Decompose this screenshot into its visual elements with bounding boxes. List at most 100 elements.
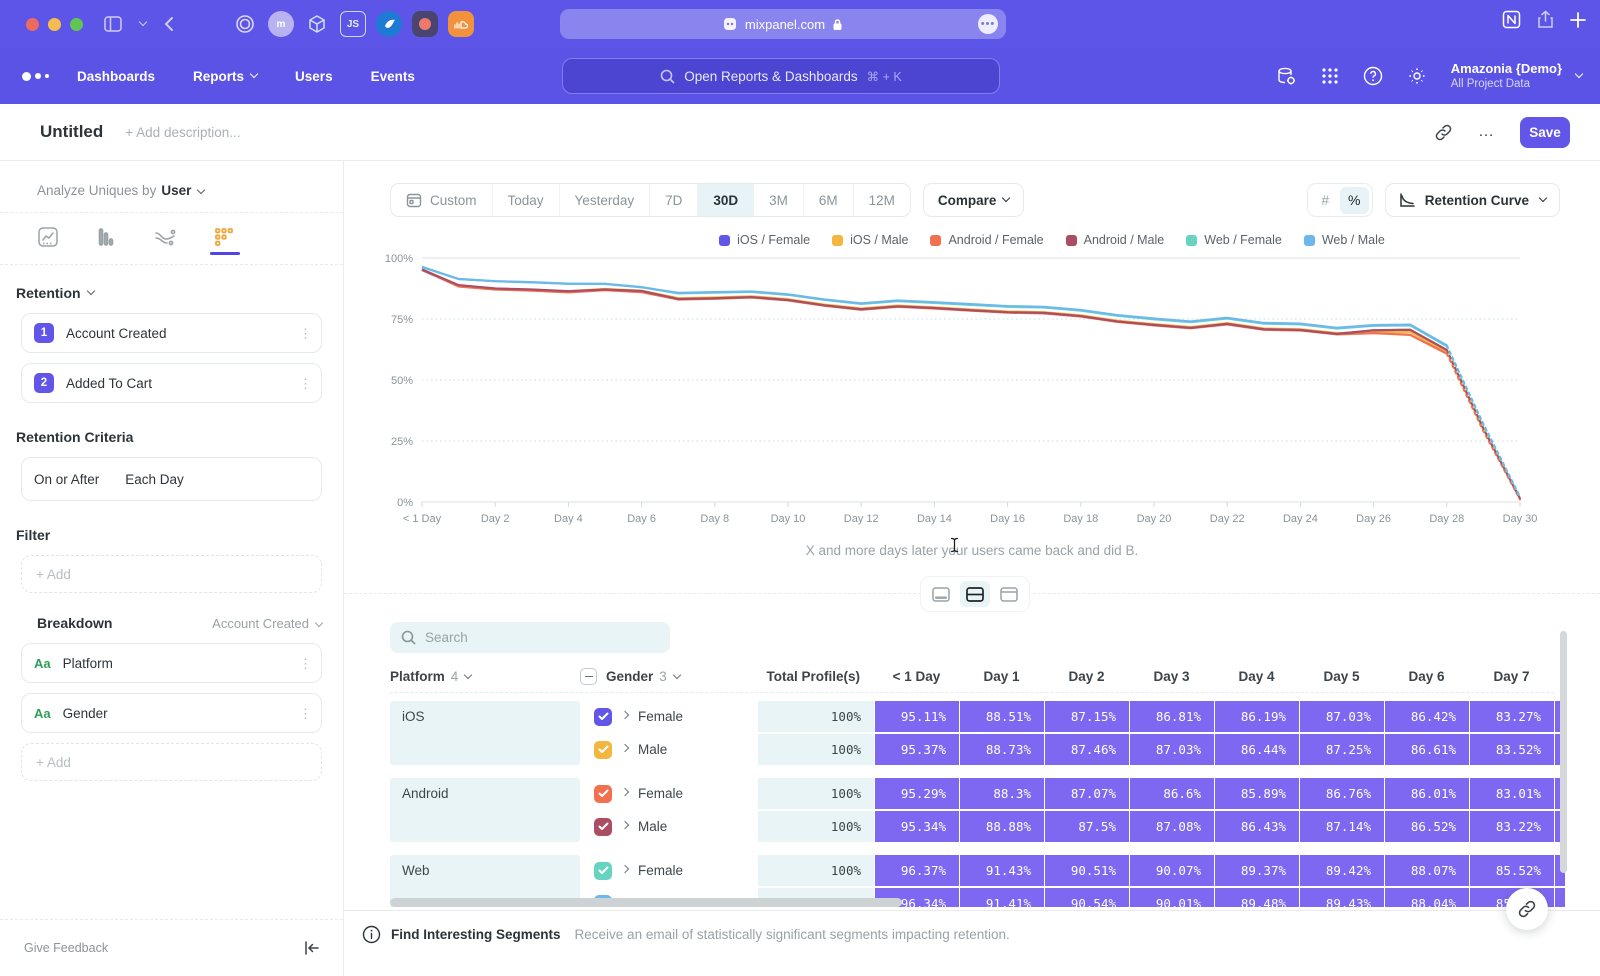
analyze-uniques-selector[interactable]: Analyze Uniques byUser — [0, 161, 343, 212]
site-settings-icon[interactable]: ••• — [978, 14, 998, 34]
nav-dashboards[interactable]: Dashboards — [77, 69, 155, 84]
breakdown-event-selector[interactable]: Account Created — [212, 616, 322, 631]
add-description-field[interactable]: + Add description... — [125, 125, 240, 140]
tab-insights[interactable] — [37, 226, 59, 254]
retention-value-cell[interactable]: 87.14% — [1300, 811, 1384, 842]
day-column-header[interactable]: Day 7 — [1469, 669, 1554, 684]
expand-row-icon[interactable] — [621, 710, 629, 718]
row-checkbox[interactable] — [594, 818, 612, 836]
retention-value-cell[interactable]: 95.34% — [875, 811, 959, 842]
row-checkbox[interactable] — [594, 708, 612, 726]
retention-value-cell[interactable]: 88.88% — [960, 811, 1044, 842]
table-only-view-button[interactable] — [994, 581, 1024, 607]
legend-item[interactable]: Android / Male — [1066, 233, 1165, 247]
row-checkbox[interactable] — [594, 862, 612, 880]
retention-value-cell[interactable]: 85.89% — [1215, 778, 1299, 809]
retention-value-cell[interactable]: 89.48% — [1215, 888, 1299, 907]
expand-row-icon[interactable] — [621, 864, 629, 872]
retention-value-cell[interactable]: 86.44% — [1215, 734, 1299, 765]
retention-value-cell[interactable]: 86.61% — [1385, 734, 1469, 765]
retention-value-cell[interactable]: 90.07% — [1130, 855, 1214, 886]
day-column-header[interactable]: Day 5 — [1299, 669, 1384, 684]
retention-value-cell[interactable]: 87.5% — [1045, 811, 1129, 842]
address-bar[interactable]: mixpanel.com ••• — [560, 9, 1006, 39]
platform-cell[interactable]: iOS — [390, 701, 580, 765]
retention-value-cell[interactable]: 86.19% — [1215, 701, 1299, 732]
retention-value-cell[interactable]: 91.41% — [960, 888, 1044, 907]
percent-toggle[interactable]: % — [1340, 187, 1369, 214]
traffic-light-minimize[interactable] — [48, 18, 61, 31]
retention-value-cell[interactable]: 87.03% — [1300, 701, 1384, 732]
retention-value-cell[interactable]: 86.6% — [1130, 778, 1214, 809]
js-extension-icon[interactable]: JS — [340, 11, 366, 37]
vertical-scrollbar[interactable] — [1560, 631, 1567, 873]
new-tab-icon[interactable] — [1570, 12, 1586, 28]
legend-item[interactable]: Android / Female — [930, 233, 1043, 247]
bird-extension-icon[interactable] — [376, 11, 402, 37]
retention-value-cell[interactable]: 87.46% — [1045, 734, 1129, 765]
add-filter-button[interactable]: + Add — [21, 555, 322, 593]
m-extension-icon[interactable]: m — [268, 11, 294, 37]
expand-row-icon[interactable] — [621, 787, 629, 795]
day-column-header[interactable]: < 1 Day — [874, 669, 959, 684]
data-management-icon[interactable] — [1276, 66, 1297, 87]
retention-value-cell[interactable]: 86.43% — [1215, 811, 1299, 842]
retention-value-cell[interactable]: 83.52% — [1470, 734, 1554, 765]
back-icon[interactable] — [164, 17, 174, 31]
day-column-header[interactable]: Day 3 — [1129, 669, 1214, 684]
retention-value-cell[interactable]: 88.07% — [1385, 855, 1469, 886]
retention-value-cell[interactable]: 86.76% — [1300, 778, 1384, 809]
traffic-light-zoom[interactable] — [70, 18, 83, 31]
retention-value-cell[interactable]: 95.29% — [875, 778, 959, 809]
give-feedback-link[interactable]: Give Feedback — [24, 941, 108, 955]
row-checkbox[interactable] — [594, 785, 612, 803]
retention-value-cell[interactable]: 87.03% — [1130, 734, 1214, 765]
org-switcher[interactable]: Amazonia {Demo} All Project Data — [1451, 61, 1582, 92]
retention-value-cell[interactable]: 88.73% — [960, 734, 1044, 765]
retention-value-cell[interactable]: 86.42% — [1385, 701, 1469, 732]
poe-extension-icon[interactable] — [412, 11, 438, 37]
retention-section-heading[interactable]: Retention — [16, 285, 343, 301]
apps-grid-icon[interactable] — [1321, 67, 1339, 85]
horizontal-scrollbar[interactable] — [390, 898, 902, 907]
tab-flows[interactable] — [153, 226, 177, 254]
expand-row-icon[interactable] — [621, 743, 629, 751]
day-column-header[interactable]: Day 1 — [959, 669, 1044, 684]
step-account-created[interactable]: 1 Account Created ⋮ — [21, 313, 322, 353]
add-breakdown-button[interactable]: + Add — [21, 743, 322, 781]
retention-value-cell[interactable]: 83.27% — [1470, 701, 1554, 732]
retention-value-cell[interactable]: 83.22% — [1470, 811, 1554, 842]
retention-value-cell[interactable]: 86.01% — [1385, 778, 1469, 809]
copy-link-icon[interactable] — [1435, 124, 1452, 141]
share-icon[interactable] — [1537, 10, 1554, 29]
legend-item[interactable]: Web / Male — [1304, 233, 1385, 247]
chart-only-view-button[interactable] — [926, 581, 956, 607]
retention-value-cell[interactable]: 85.52% — [1470, 855, 1554, 886]
cube-extension-icon[interactable] — [304, 11, 330, 37]
nav-reports[interactable]: Reports — [193, 69, 257, 84]
table-search-input[interactable] — [425, 630, 645, 645]
traffic-light-close[interactable] — [26, 18, 39, 31]
more-options-icon[interactable]: … — [1478, 123, 1494, 141]
mixpanel-logo[interactable] — [22, 72, 49, 81]
retention-value-cell[interactable]: 88.51% — [960, 701, 1044, 732]
range-12m[interactable]: 12M — [854, 183, 910, 217]
retention-value-cell[interactable]: 90.51% — [1045, 855, 1129, 886]
step-options-icon[interactable]: ⋮ — [299, 381, 309, 386]
settings-gear-icon[interactable] — [1407, 66, 1427, 86]
day-column-header[interactable]: Day 4 — [1214, 669, 1299, 684]
gender-cell[interactable]: Male — [580, 734, 758, 765]
gender-cell[interactable]: Female — [580, 778, 758, 809]
retention-value-cell[interactable]: 87.07% — [1045, 778, 1129, 809]
retention-value-cell[interactable]: 87.25% — [1300, 734, 1384, 765]
retention-value-cell[interactable]: 83.01% — [1470, 778, 1554, 809]
retention-value-cell[interactable]: 95.11% — [875, 701, 959, 732]
step-options-icon[interactable]: ⋮ — [299, 331, 309, 336]
range-7d[interactable]: 7D — [650, 183, 698, 217]
row-checkbox[interactable] — [594, 741, 612, 759]
retention-value-cell[interactable]: 86.81% — [1130, 701, 1214, 732]
notion-icon[interactable] — [1502, 10, 1521, 29]
page-title[interactable]: Untitled — [40, 122, 103, 142]
retention-value-cell[interactable]: 88.3% — [960, 778, 1044, 809]
range-custom[interactable]: Custom — [391, 183, 493, 217]
